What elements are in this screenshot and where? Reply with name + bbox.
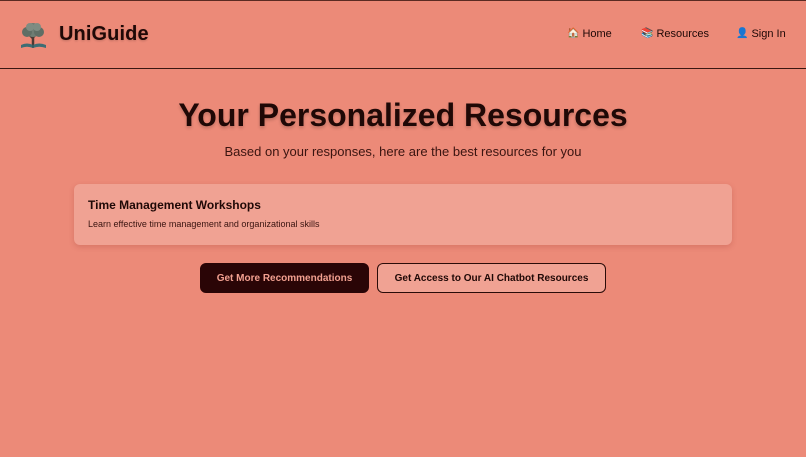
get-more-recommendations-button[interactable]: Get More Recommendations — [200, 263, 369, 293]
user-icon: 👤 — [736, 28, 749, 39]
nav-sign-in[interactable]: 👤 Sign In — [736, 28, 786, 40]
brand-name[interactable]: UniGuide — [59, 23, 149, 46]
book-icon: 📚 — [641, 28, 654, 39]
resource-description: Learn effective time management and orga… — [88, 219, 320, 229]
nav-sign-in-label: Sign In — [751, 28, 786, 40]
house-icon: 🏠 — [567, 28, 580, 39]
page-subtitle: Based on your responses, here are the be… — [224, 144, 582, 159]
tree-book-icon[interactable] — [18, 21, 50, 51]
nav-resources-label: Resources — [656, 28, 710, 40]
resource-card[interactable]: Time Management Workshops Learn effectiv… — [74, 184, 732, 245]
resource-title: Time Management Workshops — [88, 198, 261, 212]
nav-home[interactable]: 🏠 Home — [567, 28, 612, 40]
ai-chatbot-resources-button[interactable]: Get Access to Our AI Chatbot Resources — [377, 263, 606, 293]
site-header: UniGuide 🏠 Home 📚 Resources 👤 Sign In — [0, 1, 806, 69]
nav-resources[interactable]: 📚 Resources — [641, 28, 709, 40]
nav-home-label: Home — [582, 28, 612, 40]
page-title: Your Personalized Resources — [178, 97, 628, 133]
